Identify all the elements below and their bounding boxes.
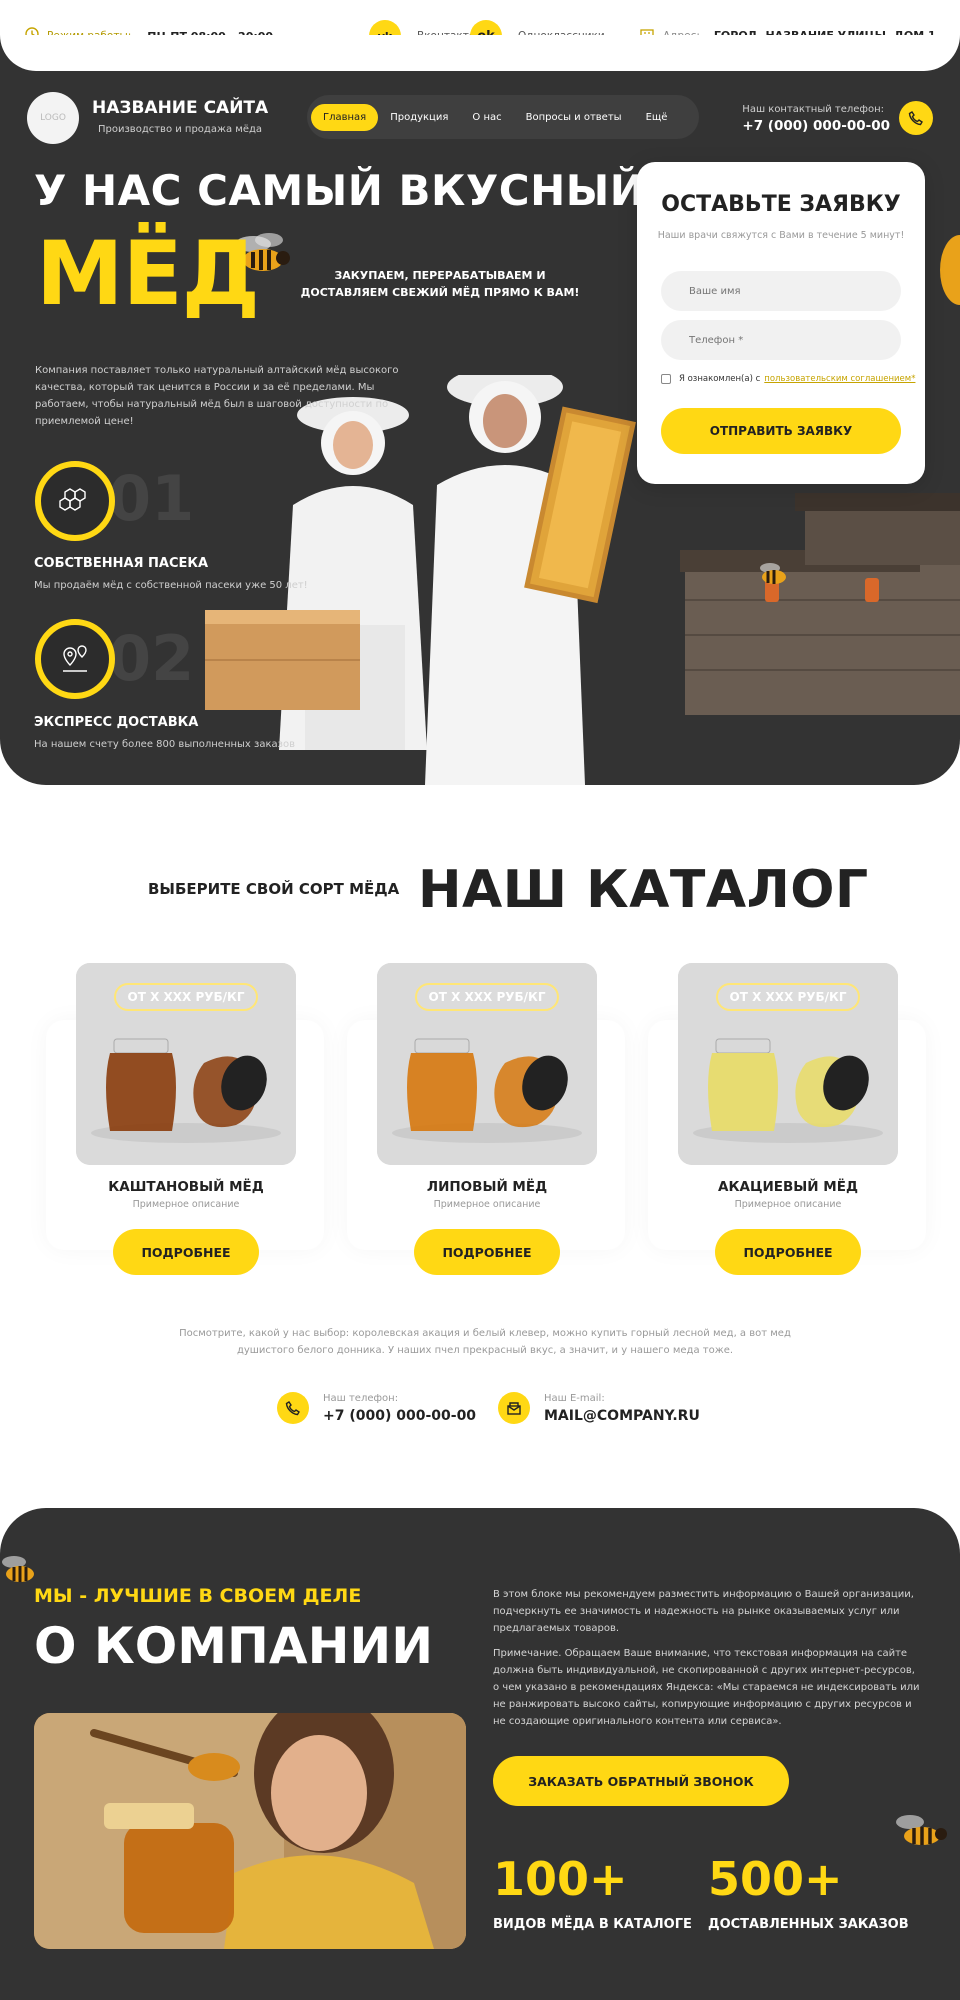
feature-desc: На нашем счету более 800 выполненных зак…: [34, 739, 295, 750]
about-title: О КОМПАНИИ: [34, 1617, 434, 1675]
site-subtitle: Производство и продажа мёда: [98, 124, 263, 135]
bee-icon: [896, 1815, 947, 1845]
form-title: ОСТАВЬТЕ ЗАЯВКУ: [661, 192, 901, 217]
about-note: Примечание. Обращаем Ваше внимание, что …: [493, 1648, 920, 1727]
email-value[interactable]: MAIL@COMPANY.RU: [544, 1408, 700, 1424]
consent-text: Я ознакомлен(а) с: [679, 374, 761, 384]
product-card: ОТ Х ХХХ РУБ/КГ АКАЦИЕВЫЙ МЁД Примерное …: [678, 963, 898, 1283]
feature-circle: [35, 619, 115, 699]
bee-icon: [760, 563, 786, 584]
name-input[interactable]: [661, 271, 901, 311]
price-badge: ОТ Х ХХХ РУБ/КГ: [415, 983, 559, 1011]
product-description: Примерное описание: [433, 1199, 541, 1210]
woman-with-honey-image: [34, 1713, 466, 1949]
product-description: Примерное описание: [734, 1199, 842, 1210]
feature-circle: [35, 461, 115, 541]
submit-button[interactable]: ОТПРАВИТЬ ЗАЯВКУ: [661, 408, 901, 454]
feature-desc: Мы продаём мёд с собственной пасеки уже …: [34, 580, 308, 591]
hero-description: Компания поставляет только натуральный а…: [35, 365, 399, 427]
map-pin-icon: [63, 645, 87, 672]
mail-icon: [498, 1392, 530, 1424]
stat-label: ВИДОВ МЁДА В КАТАЛОГЕ: [493, 1917, 692, 1932]
price-badge: ОТ Х ХХХ РУБ/КГ: [716, 983, 860, 1011]
contact-label: Наш контактный телефон:: [742, 104, 884, 115]
bee-icon: [2, 1556, 34, 1582]
phone-input[interactable]: [661, 320, 901, 360]
catalog-subtitle: ВЫБЕРИТЕ СВОЙ СОРТ МЁДА: [148, 880, 400, 898]
about-text: В этом блоке мы рекомендуем разместить и…: [493, 1589, 914, 1634]
product-details-button[interactable]: ПОДРОБНЕЕ: [113, 1229, 259, 1275]
hero-tagline: ЗАКУПАЕМ, ПЕРЕРАБАТЫВАЕМ И ДОСТАВЛЯЕМ СВ…: [300, 269, 580, 299]
stat-label: ДОСТАВЛЕННЫХ ЗАКАЗОВ: [708, 1917, 909, 1932]
contact-email-block: Наш E-mail: MAIL@COMPANY.RU: [498, 1392, 700, 1424]
phone-icon: [277, 1392, 309, 1424]
product-card: ОТ Х ХХХ РУБ/КГ ЛИПОВЫЙ МЁД Примерное оп…: [377, 963, 597, 1283]
phone-value[interactable]: +7 (000) 000-00-00: [323, 1408, 476, 1424]
request-form: ОСТАВЬТЕ ЗАЯВКУ Наши врачи свяжутся с Ва…: [637, 162, 925, 484]
hero-title-honey: МЁД: [36, 222, 260, 325]
form-subtitle: Наши врачи свяжутся с Вами в течение 5 м…: [657, 230, 905, 241]
logo[interactable]: LOGO: [27, 92, 79, 144]
site-title[interactable]: НАЗВАНИЕ САЙТА: [92, 98, 268, 118]
contact-phone[interactable]: +7 (000) 000-00-00: [742, 118, 890, 134]
consent-row: Я ознакомлен(а) с пользовательским согла…: [661, 374, 915, 384]
nav-item-home[interactable]: Главная: [311, 103, 379, 131]
consent-checkbox[interactable]: [661, 374, 671, 384]
product-name: ЛИПОВЫЙ МЁД: [426, 1179, 548, 1195]
nav-item-faq[interactable]: Вопросы и ответы: [514, 104, 634, 131]
feature-number: 01: [108, 462, 195, 535]
about-photo: [34, 1713, 466, 1949]
product-details-button[interactable]: ПОДРОБНЕЕ: [414, 1229, 560, 1275]
product-card: ОТ Х ХХХ РУБ/КГ КАШТАНОВЫЙ МЁД Примерное…: [76, 963, 296, 1283]
stat-value: 500+: [708, 1852, 843, 1906]
product-name: АКАЦИЕВЫЙ МЁД: [718, 1179, 858, 1195]
email-label: Наш E-mail:: [544, 1392, 605, 1404]
hero-title: У НАС САМЫЙ ВКУСНЫЙ: [34, 166, 646, 215]
catalog-title: НАШ КАТАЛОГ: [418, 860, 869, 920]
main-nav: Главная Продукция О нас Вопросы и ответы…: [307, 95, 699, 139]
honey-comb-decoration: [940, 235, 960, 305]
callback-button[interactable]: ЗАКАЗАТЬ ОБРАТНЫЙ ЗВОНОК: [493, 1756, 789, 1806]
hero-top-edge: [0, 35, 960, 71]
product-image[interactable]: ОТ Х ХХХ РУБ/КГ: [377, 963, 597, 1165]
product-name: КАШТАНОВЫЙ МЁД: [108, 1179, 264, 1195]
honeycomb-icon: [59, 488, 86, 511]
feature-title: СОБСТВЕННАЯ ПАСЕКА: [34, 556, 209, 571]
nav-item-products[interactable]: Продукция: [378, 104, 460, 131]
product-image[interactable]: ОТ Х ХХХ РУБ/КГ: [76, 963, 296, 1165]
catalog-note: Посмотрите, какой у нас выбор: королевск…: [179, 1328, 791, 1356]
phone-label: Наш телефон:: [323, 1392, 399, 1404]
about-kicker: МЫ - ЛУЧШИЕ В СВОЕМ ДЕЛЕ: [34, 1585, 362, 1607]
contact-phone-block: Наш телефон: +7 (000) 000-00-00: [277, 1392, 476, 1424]
feature-title: ЭКСПРЕСС ДОСТАВКА: [34, 715, 199, 730]
consent-link[interactable]: пользовательским соглашением*: [764, 374, 915, 384]
price-badge: ОТ Х ХХХ РУБ/КГ: [114, 983, 258, 1011]
product-image[interactable]: ОТ Х ХХХ РУБ/КГ: [678, 963, 898, 1165]
feature-number: 02: [108, 622, 195, 695]
phone-call-button[interactable]: [899, 101, 933, 135]
nav-item-about[interactable]: О нас: [460, 104, 513, 131]
phone-icon: [908, 111, 923, 126]
nav-item-more[interactable]: Ещё: [634, 104, 680, 131]
product-description: Примерное описание: [132, 1199, 240, 1210]
product-details-button[interactable]: ПОДРОБНЕЕ: [715, 1229, 861, 1275]
stat-value: 100+: [493, 1852, 628, 1906]
